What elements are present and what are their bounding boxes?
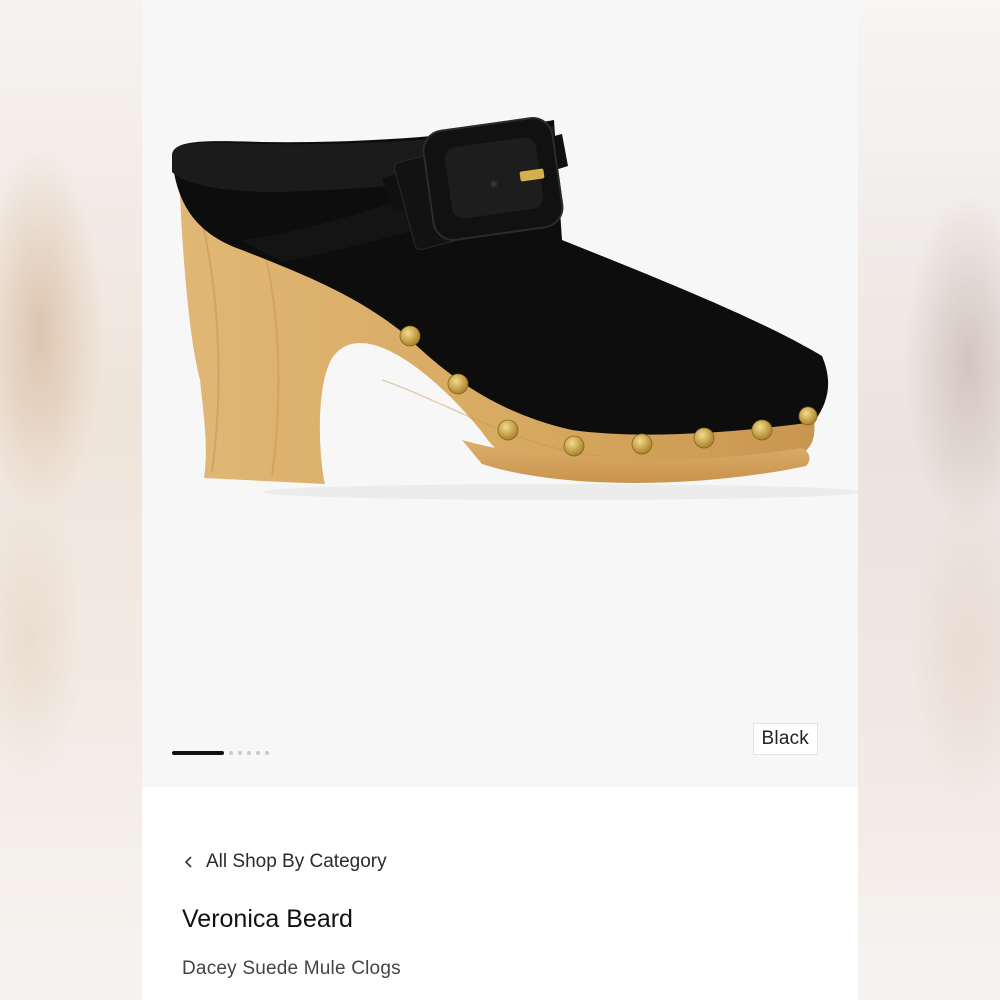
chevron-left-icon [184, 856, 192, 868]
pager-dot[interactable] [256, 751, 260, 755]
background-blur-left [0, 0, 142, 1000]
pager-dot[interactable] [229, 751, 233, 755]
product-image [172, 117, 858, 500]
gallery-pager[interactable] [172, 750, 269, 756]
background-blur-right [858, 0, 1000, 1000]
breadcrumb-label: All Shop By Category [206, 851, 387, 872]
image-gallery[interactable]: Black [142, 0, 858, 787]
pager-dot[interactable] [265, 751, 269, 755]
pager-dot[interactable] [238, 751, 242, 755]
product-details: All Shop By Category Veronica Beard Dace… [142, 787, 858, 1000]
selected-color-label: Black [752, 723, 818, 755]
pager-dot[interactable] [247, 751, 251, 755]
product-screen: Black All Shop By Category Veronica Bear… [142, 0, 858, 1000]
product-title: Dacey Suede Mule Clogs [182, 958, 401, 979]
brand-name[interactable]: Veronica Beard [182, 905, 353, 934]
breadcrumb-back-link[interactable]: All Shop By Category [182, 851, 387, 873]
pager-indicator-active[interactable] [172, 751, 224, 755]
